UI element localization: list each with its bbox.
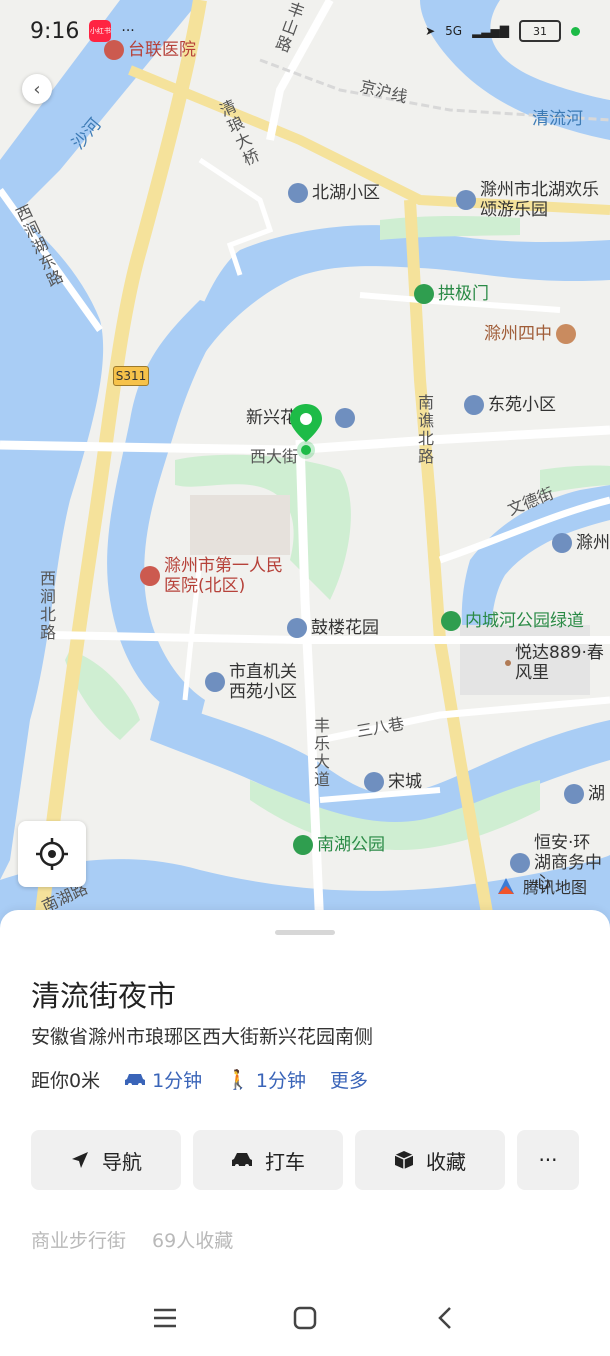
place-tags: 商业步行街 69人收藏 — [31, 1226, 233, 1253]
poi-beihu-park[interactable]: 滁州市北湖欢乐颂游乐园 — [456, 180, 606, 220]
locate-me-button[interactable] — [18, 821, 86, 887]
signal-icon: ▂▃▅▇ — [472, 24, 509, 38]
residence-icon — [205, 672, 225, 692]
residence-icon — [287, 618, 307, 638]
distance-text: 距你0米 — [31, 1070, 101, 1092]
system-nav-bar — [0, 1280, 610, 1356]
residence-icon — [564, 784, 584, 804]
poi-chuzhou-four[interactable]: 滁州四中 — [484, 324, 576, 344]
status-time: 9:16 — [30, 18, 80, 44]
navigate-button[interactable]: 导航 — [31, 1130, 181, 1190]
school-icon — [556, 324, 576, 344]
more-dots-icon: ··· — [538, 1148, 558, 1172]
poi-songcheng[interactable]: 宋城 — [364, 772, 422, 792]
hotel-icon — [552, 533, 572, 553]
water-label-qingliu: 清流河 — [532, 109, 583, 129]
status-bar: 9:16 小红书 ··· ➤ 5G ▂▃▅▇ 31 — [0, 0, 610, 62]
residence-icon — [364, 772, 384, 792]
taxi-button[interactable]: 打车 — [193, 1130, 343, 1190]
battery-icon: 31 — [519, 20, 561, 42]
residence-icon — [335, 408, 355, 428]
poi-neichenghe[interactable]: 内城河公园绿道 — [441, 611, 584, 631]
network-label: 5G — [445, 24, 463, 38]
road-label-xijian-bei: 西涧北路 — [37, 570, 56, 642]
tencent-map-icon — [498, 878, 514, 894]
route-summary: 距你0米 1分钟 🚶 1分钟 更多 — [31, 1066, 368, 1093]
poi-chuzhou-right[interactable]: 滁州 — [552, 533, 610, 553]
park-icon — [293, 835, 313, 855]
car-icon — [125, 1073, 146, 1087]
square-icon — [293, 1306, 317, 1330]
location-pin-icon[interactable] — [287, 402, 325, 460]
back-button[interactable]: ‹ — [22, 74, 52, 104]
poi-shizhi[interactable]: 市直机关西苑小区 — [205, 662, 325, 702]
navigation-arrow-icon — [72, 1152, 88, 1168]
office-icon — [510, 853, 530, 873]
place-title: 清流街夜市 — [31, 979, 177, 1013]
recent-apps-button[interactable] — [145, 1298, 185, 1338]
back-nav-button[interactable] — [425, 1298, 465, 1338]
highway-shield: S311 — [113, 366, 149, 386]
park-icon — [441, 611, 461, 631]
poi-dot-icon — [505, 660, 511, 666]
home-button[interactable] — [285, 1298, 325, 1338]
crosshair-icon — [36, 838, 68, 870]
more-actions-button[interactable]: ··· — [517, 1130, 579, 1190]
amusement-park-icon — [456, 190, 476, 210]
walk-icon: 🚶 — [226, 1069, 250, 1091]
taxi-icon — [232, 1153, 252, 1168]
poi-first-hospital[interactable]: 滁州市第一人民医院(北区) — [140, 556, 310, 596]
status-more: ··· — [121, 23, 135, 39]
chevron-left-icon — [438, 1307, 451, 1329]
hospital-icon — [140, 566, 160, 586]
map-provider-logo: 腾讯地图 — [495, 874, 587, 898]
favorites-count: 69人收藏 — [152, 1230, 234, 1252]
landmark-icon — [414, 284, 434, 304]
road-label-nanqiao: 南谯北路 — [415, 394, 434, 466]
map-view[interactable]: 9:16 小红书 ··· ➤ 5G ▂▃▅▇ 31 ‹ 台联医院 北湖小区 滁州… — [0, 0, 610, 930]
poi-gulou[interactable]: 鼓楼花园 — [287, 618, 379, 638]
residence-icon — [288, 183, 308, 203]
poi-nanhu-park[interactable]: 南湖公园 — [293, 835, 385, 855]
poi-yueda[interactable]: 悦达889·春风里 — [505, 643, 605, 683]
walk-time-link[interactable]: 🚶 1分钟 — [226, 1066, 306, 1093]
location-arrow-icon: ➤ — [425, 24, 436, 38]
poi-gongji-gate[interactable]: 拱极门 — [414, 284, 489, 304]
menu-lines-icon — [154, 1308, 176, 1328]
sheet-drag-handle[interactable] — [275, 930, 335, 935]
more-routes-link[interactable]: 更多 — [330, 1066, 368, 1093]
road-label-fengle: 丰乐大道 — [311, 717, 330, 789]
box-icon — [394, 1151, 414, 1169]
action-row: 导航 打车 收藏 ··· — [31, 1130, 579, 1190]
poi-hu-right[interactable]: 湖 — [564, 784, 605, 804]
category-tag: 商业步行街 — [31, 1230, 127, 1252]
poi-beihu-xiaoqu[interactable]: 北湖小区 — [288, 183, 380, 203]
place-address: 安徽省滁州市琅琊区西大街新兴花园南侧 — [31, 1026, 374, 1048]
favorite-button[interactable]: 收藏 — [355, 1130, 505, 1190]
recording-dot — [571, 26, 580, 36]
app-badge-icon: 小红书 — [89, 20, 112, 42]
residence-icon — [464, 395, 484, 415]
drive-time-link[interactable]: 1分钟 — [124, 1066, 202, 1093]
chevron-left-icon: ‹ — [33, 78, 41, 100]
poi-dongyuan[interactable]: 东苑小区 — [464, 395, 556, 415]
